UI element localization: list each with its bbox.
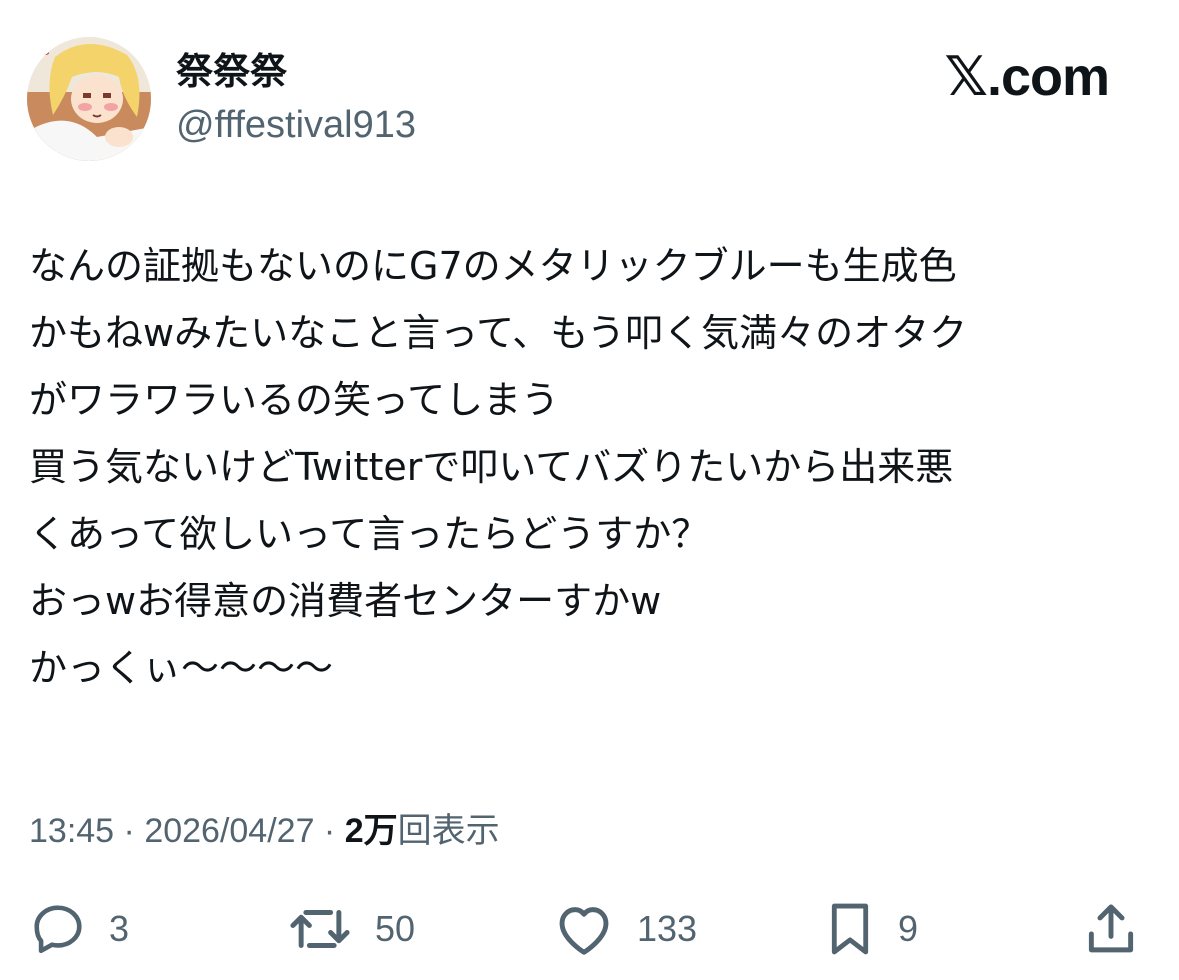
bookmark-button[interactable]: 9 — [824, 893, 918, 965]
share-icon — [1088, 904, 1134, 953]
tweet-line: おっwお得意の消費者センターすかw — [29, 579, 662, 623]
tweet-line: かもねwみたいなこと言って、もう叩く気満々のオタク — [29, 311, 968, 355]
x-com-logo: 𝕏.com — [944, 47, 1110, 107]
reply-button[interactable]: 3 — [29, 893, 129, 965]
like-count: 133 — [637, 908, 698, 949]
user-handle[interactable]: @fffestival913 — [176, 101, 416, 149]
views-label: 回表示 — [397, 812, 500, 850]
reply-count: 3 — [109, 908, 130, 949]
tweet-line: なんの証拠もないのにG7のメタリックブルーも生成色 — [29, 244, 957, 288]
reply-icon — [34, 905, 82, 954]
tweet-line: かっくぃ〜〜〜〜 — [29, 646, 334, 690]
bookmark-icon — [831, 903, 869, 955]
svg-text:EC: EC — [33, 44, 50, 58]
views-count: 2万 — [344, 812, 398, 850]
tweet-line: がワラワラいるの笑ってしまう — [29, 378, 560, 422]
bookmark-count: 9 — [898, 908, 919, 949]
retweet-icon — [290, 910, 350, 948]
meta-separator: · — [314, 812, 345, 850]
tweet-meta: 13:45 · 2026/04/27 · 2万回表示 — [29, 808, 500, 854]
share-button[interactable] — [1084, 893, 1138, 965]
like-icon — [559, 907, 609, 955]
like-button[interactable]: 133 — [553, 893, 697, 965]
tweet-time[interactable]: 13:45 — [29, 812, 114, 850]
retweet-button[interactable]: 50 — [287, 893, 415, 965]
meta-separator: · — [114, 812, 145, 850]
display-name[interactable]: 祭祭祭 — [176, 48, 287, 96]
retweet-count: 50 — [375, 908, 416, 949]
tweet-date[interactable]: 2026/04/27 — [144, 812, 314, 850]
anime-avatar-icon: EC — [27, 37, 151, 161]
tweet-text: なんの証拠もないのにG7のメタリックブルーも生成色 かもねwみたいなこと言って、… — [29, 233, 1154, 702]
tweet-line: くあって欲しいって言ったらどうすか？ — [29, 512, 710, 556]
action-bar: 3 50 133 9 — [0, 893, 1179, 965]
avatar[interactable]: EC — [27, 37, 151, 161]
tweet-line: 買う気ないけどTwitterで叩いてバズりたいから出来悪 — [29, 445, 954, 489]
